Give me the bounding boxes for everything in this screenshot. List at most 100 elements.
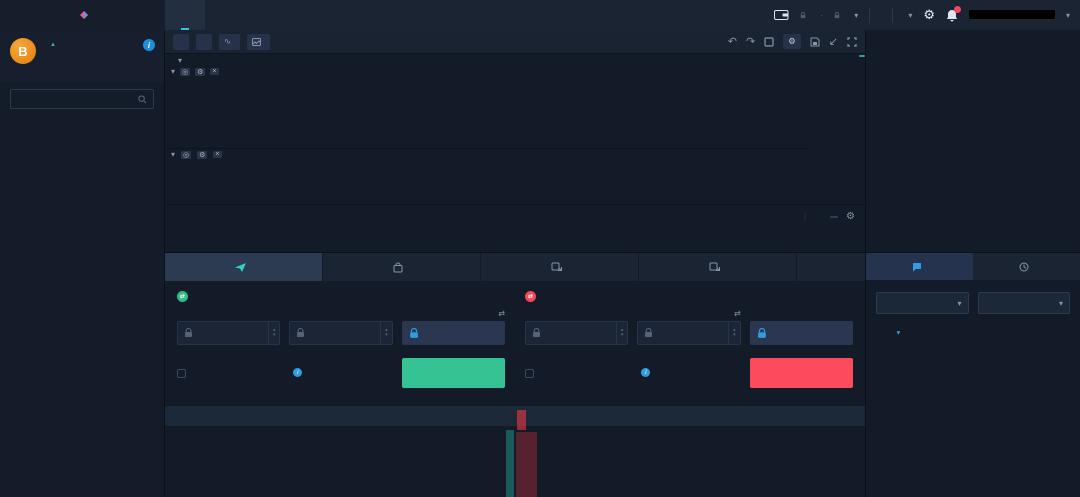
redo-icon[interactable]: ↷ — [746, 35, 755, 48]
tab-wystaw-oferte[interactable] — [165, 253, 323, 281]
offers-table-headers: ▾ — [866, 328, 1080, 337]
stepper[interactable]: ▴▾ — [268, 322, 280, 344]
sell-post-only-checkbox[interactable] — [525, 369, 628, 378]
indicator-settings-icon[interactable]: ⚙ — [195, 68, 205, 76]
undo-icon[interactable]: ↶ — [728, 35, 737, 48]
currency-tabs — [0, 114, 164, 119]
trade-panel: ⇄ ▴▾ ▴▾ ⇄ — [165, 252, 865, 497]
tab-szybka-transakcja[interactable] — [323, 253, 481, 281]
shopping-bag-icon — [393, 262, 403, 273]
wallet-icon[interactable] — [774, 9, 789, 21]
sell-button[interactable] — [750, 358, 853, 388]
buy-button[interactable] — [402, 358, 505, 388]
buy-price-input[interactable]: ▴▾ — [177, 321, 280, 345]
settings-gear-icon[interactable]: ⚙ — [923, 7, 935, 23]
chart-settings-gear-icon[interactable]: ⚙ — [783, 34, 801, 49]
orderbook — [165, 406, 865, 497]
search-icon — [138, 95, 147, 104]
tab-wiecej[interactable] — [797, 253, 865, 281]
sell-amount-input[interactable]: ▴▾ — [637, 321, 740, 345]
fullscreen-icon[interactable] — [847, 37, 857, 47]
save-icon[interactable] — [810, 37, 820, 47]
search-input[interactable] — [17, 93, 134, 105]
active-tab-underline — [181, 28, 189, 30]
snapshot-icon[interactable] — [764, 37, 774, 47]
auto-scale-button[interactable] — [830, 216, 838, 218]
remove-indicator-icon[interactable]: × — [210, 68, 218, 75]
resize-arrow-icon[interactable]: ↙ — [829, 35, 838, 48]
pln-balance — [834, 12, 843, 19]
chart-footer: | ⚙ — [165, 204, 865, 228]
btc-coin-icon: B — [10, 38, 36, 64]
macd-legend: ▾ ◎ ⚙ × — [171, 150, 240, 159]
indicator-settings-icon[interactable]: ⚙ — [197, 151, 207, 159]
buy-receive: i — [289, 368, 392, 379]
info-icon[interactable]: i — [293, 368, 302, 377]
trade-tabs — [165, 253, 865, 281]
swap-fields-icon[interactable]: ⇄ — [498, 309, 505, 318]
remove-indicator-icon[interactable]: × — [213, 151, 221, 158]
sort-kurs[interactable]: ▾ — [866, 328, 931, 337]
buy-form: ⇄ ▴▾ ▴▾ ⇄ — [177, 291, 505, 388]
typ-select[interactable]: ▾ — [978, 292, 1071, 314]
info-icon[interactable]: i — [641, 368, 650, 377]
time-axis[interactable] — [165, 191, 810, 204]
indicators-button[interactable]: ∿ — [219, 34, 240, 50]
ask-depth-bar — [516, 432, 537, 497]
info-icon[interactable]: i — [143, 39, 155, 51]
stepper[interactable]: ▴▾ — [380, 322, 392, 344]
market-sidebar: B ▲ i — [0, 30, 165, 497]
lock-icon — [184, 328, 193, 338]
lock-blue-icon — [757, 328, 767, 339]
sell-value-input[interactable] — [750, 321, 853, 345]
tab-historia[interactable] — [973, 253, 1080, 280]
swap-fields-icon[interactable]: ⇄ — [734, 309, 741, 318]
account-menu[interactable] — [969, 10, 1055, 21]
search-box — [10, 89, 154, 109]
lock-blue-icon — [409, 328, 419, 339]
chat-bubble-icon — [912, 262, 922, 272]
ask-depth-bar — [517, 410, 526, 430]
eye-icon[interactable]: ◎ — [180, 68, 190, 76]
bid-depth-bar — [506, 430, 514, 497]
sell-receive: i — [637, 368, 740, 379]
tab-moje-oferty[interactable] — [866, 253, 973, 280]
buy-post-only-checkbox[interactable] — [177, 369, 280, 378]
chart-panel: ∿ ↶ ↷ ⚙ ↙ ▾ — [165, 30, 865, 252]
notifications-bell-icon[interactable] — [946, 9, 958, 22]
lock-icon — [644, 328, 653, 338]
tab-gielda[interactable] — [165, 0, 205, 30]
tools-button[interactable] — [247, 34, 270, 50]
tab-stop-limit[interactable] — [481, 253, 639, 281]
chevron-down-icon: ▾ — [1059, 299, 1063, 308]
sell-price-input[interactable]: ▴▾ — [525, 321, 628, 345]
lock-icon — [800, 12, 806, 19]
orderbook-headers — [165, 406, 865, 426]
market-depth-chart[interactable] — [866, 190, 1080, 252]
sell-badge-icon: ⇄ — [525, 291, 536, 302]
eye-icon[interactable]: ◎ — [181, 151, 191, 159]
paper-plane-icon — [235, 263, 246, 272]
macd-chart[interactable] — [165, 149, 810, 189]
interval-button[interactable] — [173, 34, 189, 50]
candle-type-button[interactable] — [196, 34, 212, 50]
sell-form: ⇄ ▴▾ ⇄ ▴▾ — [525, 291, 853, 388]
oferty-menu[interactable]: ▾ — [904, 11, 912, 20]
tab-stop-market[interactable] — [639, 253, 797, 281]
pair-stats — [0, 68, 164, 82]
buy-amount-input[interactable]: ▴▾ — [289, 321, 392, 345]
stepper[interactable]: ▴▾ — [728, 322, 740, 344]
topbar: · ▾ ▾ ⚙ ▾ — [0, 0, 1080, 30]
buy-value-input[interactable] — [402, 321, 505, 345]
stop-limit-icon — [551, 262, 562, 272]
rodzaj-select[interactable]: ▾ — [876, 292, 969, 314]
stepper[interactable]: ▴▾ — [616, 322, 628, 344]
chart-body[interactable]: ▾ ▾ ◎ ⚙ × ▾ — [165, 54, 865, 204]
app-logo[interactable] — [0, 0, 165, 30]
buy-badge-icon: ⇄ — [177, 291, 188, 302]
footer-gear-icon[interactable]: ⚙ — [846, 211, 855, 222]
balances-chevron-icon[interactable]: ▾ — [854, 11, 858, 20]
lock-icon — [296, 328, 305, 338]
candlestick-chart[interactable] — [165, 54, 810, 146]
chart-legend: ▾ — [171, 56, 217, 65]
